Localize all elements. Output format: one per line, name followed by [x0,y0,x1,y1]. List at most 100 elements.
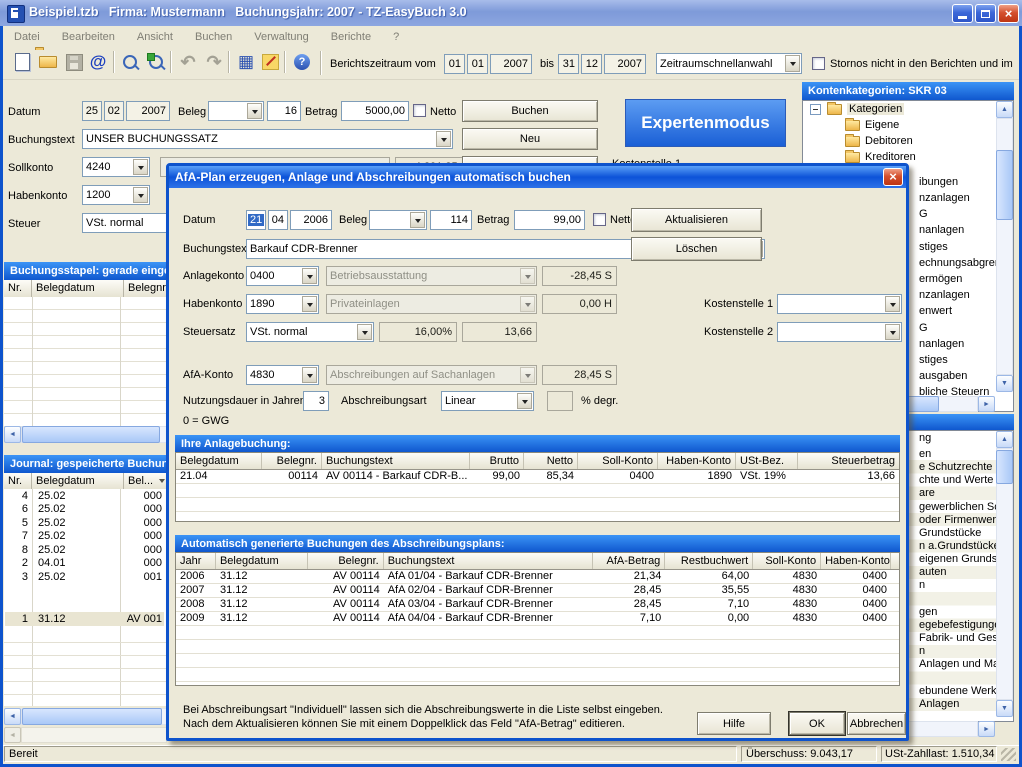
table-row[interactable]: 21.04 00114 AV 00114 - Barkauf CDR-B... … [176,470,899,484]
hilfe-button[interactable]: Hilfe [697,712,771,735]
maximize-button[interactable] [975,4,996,23]
dlg-beleg-combo[interactable] [369,210,427,230]
chevron-down-icon[interactable] [785,55,800,72]
abschreibungsart-combo[interactable]: Linear [441,391,534,411]
steuer-combo[interactable]: VSt. normal [82,213,168,233]
journal-row[interactable]: 525.02000 [5,517,164,529]
chevron-down-icon[interactable] [885,296,900,312]
chevron-down-icon[interactable] [302,296,317,312]
tree-item-kategorien[interactable]: Kategorien [847,103,904,115]
konten-item-fragment[interactable]: e Schutzrechte [919,461,992,473]
scrollbar-thumb[interactable] [996,450,1013,484]
journal-colheader[interactable]: Nr. Belegdatum Bel... [4,473,167,490]
redo-icon[interactable]: ↷ [202,50,226,74]
kostenstelle2-combo[interactable] [777,322,902,342]
col-belegdatum[interactable]: Belegdatum [32,473,124,489]
scrollbar-track[interactable] [996,448,1013,700]
tree-item-fragment[interactable]: stiges [919,241,948,253]
menu-verwaltung[interactable]: Verwaltung [243,31,319,43]
menu-bearbeiten[interactable]: Bearbeiten [51,31,126,43]
konten-item-fragment[interactable]: ebundene Werkz [919,685,1002,697]
scroll-left-button-disabled[interactable]: ◄ [4,727,21,743]
konten-item-fragment[interactable]: gen [919,606,937,618]
konten-item-fragment[interactable]: Fabrik- und Gesc [919,632,1003,644]
buchungstext-combo[interactable]: UNSER BUCHUNGSSATZ [82,129,453,149]
journal-row[interactable]: 625.02000 [5,503,164,515]
buchen-button[interactable]: Buchen [462,100,598,122]
konten-item-fragment[interactable]: auten [919,566,947,578]
chevron-down-icon[interactable] [410,212,425,228]
dlg-datum-month[interactable]: 04 [268,210,288,230]
titlebar[interactable]: Beispiel.tzb Firma: Mustermann Buchungsj… [0,0,1022,27]
scrollbar-track-h[interactable] [21,727,167,743]
dlg-anlagekonto-combo[interactable]: 0400 [246,266,319,286]
chevron-down-icon[interactable] [302,367,317,383]
menu-berichte[interactable]: Berichte [320,31,382,43]
tree-item-debitoren[interactable]: Debitoren [865,135,913,147]
close-button[interactable]: × [998,4,1019,23]
help-icon[interactable]: ? [290,50,314,74]
dlg-betrag-field[interactable]: 99,00 [514,210,585,230]
menu-datei[interactable]: Datei [3,31,51,43]
konten-item-fragment[interactable]: egebefestigunge [919,619,1000,631]
calculator-icon[interactable]: ▦ [234,50,258,74]
scrollbar-thumb-h[interactable] [905,396,939,412]
tree-item-eigene[interactable]: Eigene [865,119,899,131]
scroll-right-button[interactable]: ► [978,396,995,412]
konten-item-fragment[interactable]: chte und Werte [919,474,993,486]
table-row[interactable]: 2008 31.12 AV 00114 AfA 03/04 - Barkauf … [176,598,899,612]
undo-icon[interactable]: ↶ [176,50,200,74]
open-file-icon[interactable] [36,50,60,74]
ok-button[interactable]: OK [789,712,845,735]
aktualisieren-button[interactable]: Aktualisieren [631,208,762,232]
period-to-month[interactable]: 12 [581,54,602,74]
search-icon[interactable] [118,50,142,74]
tree-item-fragment[interactable]: G [919,322,928,334]
konten-item-fragment[interactable]: are [919,487,935,499]
stapel-grid[interactable] [4,297,167,426]
beleg-combo[interactable] [208,101,264,121]
kostenstelle1-combo[interactable] [777,294,902,314]
neu-button[interactable]: Neu [462,128,598,150]
betrag-field[interactable]: 5000,00 [341,101,409,121]
abbrechen-button[interactable]: Abbrechen [847,712,906,735]
nutzungsdauer-field[interactable]: 3 [303,391,329,411]
new-file-icon[interactable] [10,50,34,74]
col-nr[interactable]: Nr. [4,473,32,489]
konten-item-fragment[interactable]: n a.Grundstücke [919,540,1000,552]
scroll-up-button[interactable]: ▲ [996,431,1013,448]
edit-note-icon[interactable] [258,50,282,74]
beleg-nr-field[interactable]: 16 [267,101,301,121]
konten-item-fragment[interactable]: Grundstücke [919,527,981,539]
menu-hilfe[interactable]: ? [382,31,410,43]
period-from-day[interactable]: 01 [444,54,465,74]
dlg-steuersatz-combo[interactable]: VSt. normal [246,322,374,342]
journal-row[interactable]: 325.02001 [5,571,164,583]
stornos-checkbox[interactable] [812,57,825,70]
konten-item-fragment[interactable]: n [919,579,925,591]
period-from-month[interactable]: 01 [467,54,488,74]
konten-item-fragment[interactable]: gewerblichen Sc [919,501,1000,513]
datum-year[interactable]: 2007 [126,101,170,121]
konten-item-fragment[interactable]: n [919,645,925,657]
scroll-up-button[interactable]: ▲ [996,101,1013,118]
tree-item-fragment[interactable]: G [919,208,928,220]
resize-grip[interactable] [1001,748,1016,761]
dlg-habenkonto-combo[interactable]: 1890 [246,294,319,314]
dialog-titlebar[interactable]: AfA-Plan erzeugen, Anlage und Abschreibu… [169,166,906,188]
datum-month[interactable]: 02 [104,101,124,121]
dialog-close-button[interactable]: × [883,168,903,186]
email-icon[interactable]: @ [86,50,110,74]
tree-item-fragment[interactable]: enwert [919,305,952,317]
period-from-year[interactable]: 2007 [490,54,532,74]
table-row[interactable]: 2006 31.12 AV 00114 AfA 01/04 - Barkauf … [176,570,899,584]
tree-item-fragment[interactable]: nanlagen [919,224,964,236]
tree-item-fragment[interactable]: ibungen [919,176,958,188]
table-row[interactable]: 2007 31.12 AV 00114 AfA 02/04 - Barkauf … [176,584,899,598]
scrollbar-thumb-h[interactable] [22,426,160,443]
tree-item-fragment[interactable]: nzanlagen [919,192,970,204]
habenkonto-combo[interactable]: 1200 [82,185,150,205]
tree-item-fragment[interactable]: nzanlagen [919,289,970,301]
scroll-left-button[interactable]: ◄ [4,708,21,725]
dlg-afakonto-combo[interactable]: 4830 [246,365,319,385]
